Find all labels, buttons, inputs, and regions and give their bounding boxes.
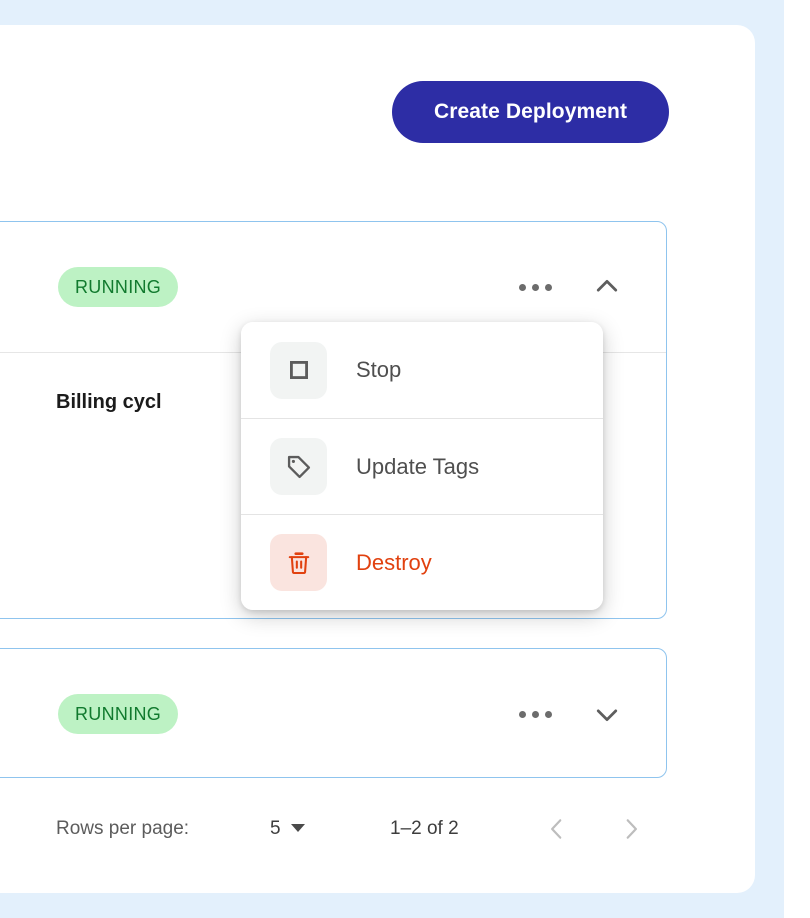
status-badge: RUNNING [58, 267, 179, 307]
create-deployment-button[interactable]: Create Deployment [392, 81, 669, 143]
actions-dropdown-menu[interactable]: Stop Update Tags Destroy [241, 322, 603, 610]
next-page-button[interactable] [611, 809, 651, 849]
page-range-display: 1–2 of 2 [390, 818, 459, 839]
row-actions [513, 267, 629, 307]
deployment-card[interactable]: RUNNING [0, 648, 667, 778]
stop-square-icon [270, 341, 327, 399]
prev-page-button[interactable] [537, 809, 577, 849]
menu-item-label: Update Tags [356, 453, 480, 479]
more-horizontal-icon[interactable] [513, 694, 557, 734]
chevron-down-icon[interactable] [585, 694, 629, 734]
rows-per-page-select[interactable]: 5 [270, 818, 305, 840]
status-badge: RUNNING [58, 694, 179, 734]
pagination-bar: Rows per page: 5 1–2 of 2 [0, 800, 710, 858]
tag-icon [270, 438, 327, 495]
menu-item-destroy[interactable]: Destroy [241, 514, 603, 610]
menu-item-stop[interactable]: Stop [241, 322, 603, 418]
chevron-down-icon [290, 820, 305, 838]
deployment-summary-row[interactable]: RUNNING [0, 649, 666, 779]
more-horizontal-icon[interactable] [513, 267, 557, 307]
row-actions [513, 694, 629, 734]
rows-per-page-label: Rows per page: [56, 818, 190, 839]
menu-item-label: Destroy [356, 549, 432, 575]
rows-per-page-value: 5 [270, 818, 281, 839]
chevron-up-icon[interactable] [585, 267, 629, 307]
menu-item-label: Stop [356, 357, 402, 382]
menu-item-update-tags[interactable]: Update Tags [241, 418, 603, 514]
trash-icon [270, 534, 327, 591]
header-toolbar: Create Deployment [0, 25, 710, 195]
billing-cycle-label: Billing cycl [56, 391, 162, 413]
